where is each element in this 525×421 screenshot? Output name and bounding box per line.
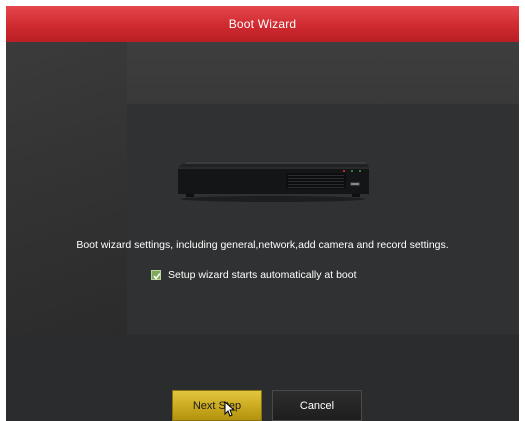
autostart-checkbox[interactable] — [151, 270, 161, 280]
checkmark-icon — [153, 273, 161, 280]
next-step-button[interactable]: Next Step — [172, 390, 262, 421]
boot-wizard-dialog: Boot Wizard Boot wizard settings, includ… — [6, 6, 519, 421]
background-panel — [127, 42, 519, 104]
background-panel — [6, 334, 519, 421]
wizard-description: Boot wizard settings, including general,… — [76, 239, 449, 251]
background-panel — [127, 104, 519, 334]
autostart-label: Setup wizard starts automatically at boo… — [168, 269, 357, 281]
dialog-title: Boot Wizard — [6, 6, 519, 42]
cancel-button[interactable]: Cancel — [272, 390, 362, 421]
autostart-option[interactable]: Setup wizard starts automatically at boo… — [151, 268, 357, 282]
nvr-device-icon — [176, 160, 370, 202]
background-panel — [6, 42, 127, 334]
